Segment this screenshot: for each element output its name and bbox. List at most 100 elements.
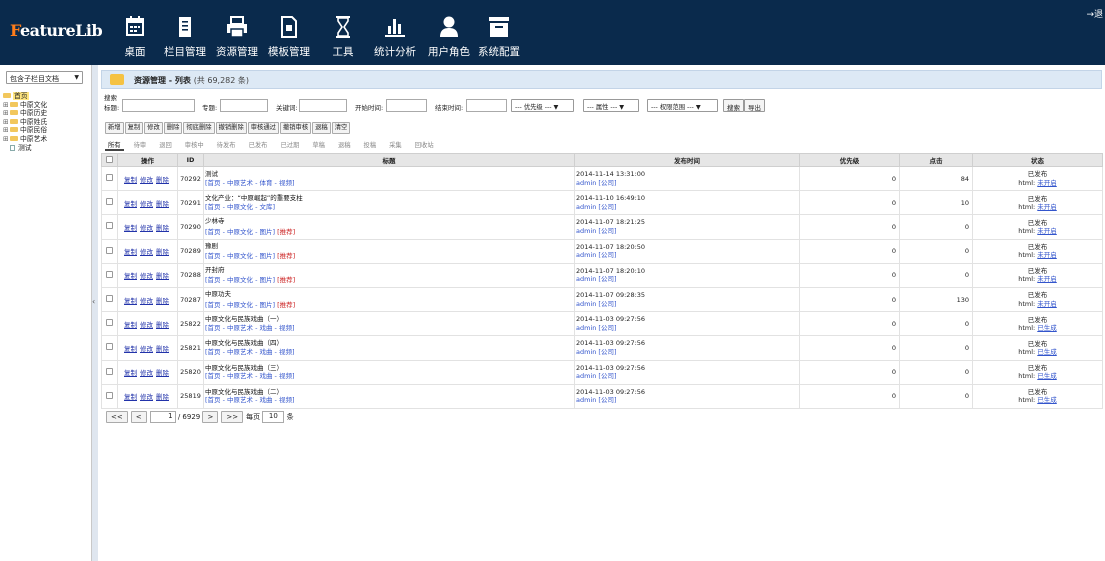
app-logo[interactable]: FeatureLib [10, 21, 103, 40]
tab-recycle-bin[interactable]: 回收站 [412, 140, 437, 149]
column-header-status[interactable]: 状态 [972, 153, 1103, 167]
row-edit-link[interactable]: 修改 [140, 369, 153, 377]
nav-column-management[interactable]: 栏目管理 [163, 16, 207, 59]
row-delete-link[interactable]: 删除 [156, 272, 169, 280]
tab-all[interactable]: 所有 [105, 140, 124, 151]
row-title[interactable]: 中原功夫 [205, 290, 574, 299]
column-header-title[interactable]: 标题 [203, 153, 575, 167]
tab-returned[interactable]: 退回 [156, 140, 175, 149]
row-checkbox[interactable] [101, 383, 118, 409]
row-edit-link[interactable]: 修改 [140, 297, 153, 305]
reject-button[interactable]: 退稿 [312, 122, 331, 134]
table-row[interactable]: 复制 修改 删除 70291 文化产业：“中原崛起”的重要支柱 [首页 - 中原文化 - … [101, 190, 1103, 216]
row-checkbox[interactable] [101, 238, 118, 264]
undo-delete-button[interactable]: 撤销删除 [215, 122, 247, 134]
row-html-status-link[interactable]: 未开启 [1037, 203, 1057, 211]
prev-page-button[interactable]: < [130, 411, 147, 423]
row-title[interactable]: 中原文化与民族戏曲（一） [205, 315, 574, 324]
table-row[interactable]: 复制 修改 删除 25820 中原文化与民族戏曲（三） [首页 - 中原艺术 - 戏曲 -… [101, 359, 1103, 385]
column-header-priority[interactable]: 优先级 [799, 153, 900, 167]
first-page-button[interactable]: << [106, 411, 128, 423]
expand-icon[interactable]: ⊞ [3, 135, 10, 144]
nav-statistics[interactable]: 统计分析 [373, 16, 417, 59]
tree-item[interactable]: ⊞ 中原历史 [3, 109, 47, 118]
expand-icon[interactable]: ⊞ [3, 101, 10, 110]
nav-template-management[interactable]: 模板管理 [267, 16, 311, 59]
row-checkbox[interactable] [101, 214, 118, 240]
row-title[interactable]: 中原文化与民族戏曲（三） [205, 364, 574, 373]
row-checkbox[interactable] [101, 262, 118, 288]
nav-user-roles[interactable]: 用户角色 [427, 16, 471, 59]
add-button[interactable]: 新增 [105, 122, 124, 134]
expand-icon[interactable]: ⊞ [3, 109, 10, 118]
table-row[interactable]: 复制 修改 删除 70290 少林寺 [首页 - 中原文化 - 图片] [推荐] 2014-… [101, 214, 1103, 240]
row-title[interactable]: 中原文化与民族戏曲（二） [205, 388, 574, 397]
nav-resource-management[interactable]: 资源管理 [215, 16, 259, 59]
row-delete-link[interactable]: 删除 [156, 176, 169, 184]
delete-button[interactable]: 删除 [163, 122, 183, 134]
tab-expired[interactable]: 已过期 [277, 140, 302, 149]
revoke-approval-button[interactable]: 撤销审核 [279, 122, 312, 134]
keyword-input[interactable] [299, 99, 347, 112]
start-time-input[interactable] [386, 99, 427, 112]
row-checkbox[interactable] [101, 311, 118, 337]
row-checkbox[interactable] [101, 359, 118, 385]
row-delete-link[interactable]: 删除 [156, 224, 169, 232]
tab-pending[interactable]: 待审 [131, 140, 150, 149]
row-delete-link[interactable]: 删除 [156, 393, 169, 401]
nav-desktop[interactable]: 桌面 [121, 16, 149, 59]
row-html-status-link[interactable]: 未开启 [1037, 300, 1057, 308]
row-html-status-link[interactable]: 已生成 [1037, 396, 1057, 404]
end-time-input[interactable] [466, 99, 507, 112]
row-checkbox[interactable] [101, 190, 118, 216]
row-copy-link[interactable]: 复制 [124, 176, 137, 184]
row-copy-link[interactable]: 复制 [124, 272, 137, 280]
sidebar-scope-select[interactable]: 包含子栏目文档 ▼ [6, 71, 83, 84]
row-delete-link[interactable]: 删除 [156, 200, 169, 208]
logout-button[interactable]: →退 [1086, 7, 1103, 20]
row-copy-link[interactable]: 复制 [124, 224, 137, 232]
page-size-input[interactable]: 10 [262, 411, 285, 423]
row-html-status-link[interactable]: 未开启 [1037, 179, 1057, 187]
row-delete-link[interactable]: 删除 [156, 248, 169, 256]
topic-input[interactable] [220, 99, 268, 112]
table-row[interactable]: 复制 修改 删除 25819 中原文化与民族戏曲（二） [首页 - 中原艺术 - 戏曲 -… [101, 383, 1103, 409]
search-button[interactable]: 搜索 [723, 99, 744, 112]
copy-button[interactable]: 复制 [124, 122, 144, 134]
row-delete-link[interactable]: 删除 [156, 345, 169, 353]
page-number-input[interactable]: 1 [149, 411, 176, 423]
tab-collected[interactable]: 采集 [386, 140, 405, 149]
row-html-status-link[interactable]: 已生成 [1037, 324, 1057, 332]
priority-select[interactable]: --- 优先级 --- ▼ [511, 99, 574, 112]
row-title[interactable]: 豫剧 [205, 242, 574, 251]
clear-button[interactable]: 清空 [331, 122, 351, 134]
row-copy-link[interactable]: 复制 [124, 345, 137, 353]
export-button[interactable]: 导出 [744, 99, 765, 112]
tab-to-publish[interactable]: 待发布 [214, 140, 239, 149]
tree-item[interactable]: ⊞ 中原艺术 [3, 135, 47, 144]
scope-select[interactable]: --- 权限范围 --- ▼ [647, 99, 718, 112]
row-edit-link[interactable]: 修改 [140, 272, 153, 280]
row-copy-link[interactable]: 复制 [124, 321, 137, 329]
row-edit-link[interactable]: 修改 [140, 248, 153, 256]
tree-item[interactable]: ⊞ 中原民俗 [3, 126, 47, 135]
row-edit-link[interactable]: 修改 [140, 393, 153, 401]
row-title[interactable]: 中原文化与民族戏曲（四） [205, 339, 574, 348]
row-html-status-link[interactable]: 已生成 [1037, 372, 1057, 380]
row-edit-link[interactable]: 修改 [140, 200, 153, 208]
row-checkbox[interactable] [101, 165, 118, 192]
tab-reviewing[interactable]: 审核中 [182, 140, 207, 149]
row-edit-link[interactable]: 修改 [140, 224, 153, 232]
row-edit-link[interactable]: 修改 [140, 176, 153, 184]
next-page-button[interactable]: > [202, 411, 219, 423]
purge-button[interactable]: 彻底删除 [183, 122, 215, 134]
select-all-checkbox[interactable] [101, 153, 118, 167]
table-row[interactable]: 复制 修改 删除 70287 中原功夫 [首页 - 中原文化 - 图片] [推荐] 2014… [101, 286, 1103, 313]
row-delete-link[interactable]: 删除 [156, 297, 169, 305]
row-delete-link[interactable]: 删除 [156, 369, 169, 377]
row-delete-link[interactable]: 删除 [156, 321, 169, 329]
row-copy-link[interactable]: 复制 [124, 297, 137, 305]
row-html-status-link[interactable]: 未开启 [1037, 227, 1057, 235]
column-header-id[interactable]: ID [177, 153, 204, 167]
row-title[interactable]: 测试 [205, 170, 574, 179]
